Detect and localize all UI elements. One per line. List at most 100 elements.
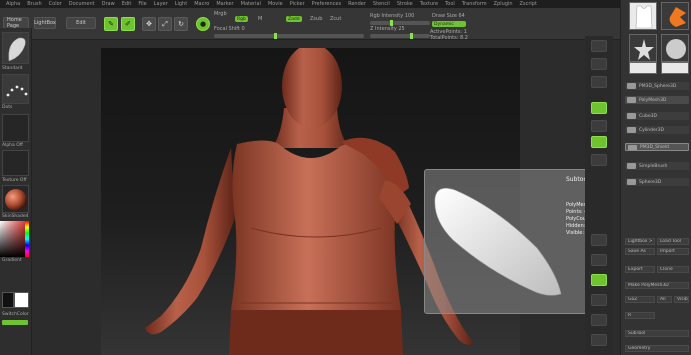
z-intensity-knob[interactable] xyxy=(410,33,413,39)
bpr-button[interactable] xyxy=(591,40,607,52)
subtool-name: Cube3D xyxy=(639,113,657,119)
subtool-row-3[interactable]: Cube3D xyxy=(625,112,689,120)
menu-tool[interactable]: Tool xyxy=(445,1,455,7)
menu-stroke[interactable]: Stroke xyxy=(397,1,413,7)
m-toggle[interactable]: M xyxy=(258,16,262,22)
menu-material[interactable]: Material xyxy=(241,1,261,7)
subtool-row-7[interactable]: Sphere3D xyxy=(625,178,689,186)
geometry-section[interactable]: Geometry xyxy=(625,345,689,352)
subtool-row-2[interactable]: PolyMesh3D xyxy=(625,96,689,104)
menu-color[interactable]: Color xyxy=(49,1,62,7)
dynamic-toggle[interactable]: Dynamic xyxy=(432,21,466,27)
spix-button[interactable] xyxy=(591,58,607,70)
rotate-icon: ↻ xyxy=(178,20,184,28)
tool-thumbnail-5[interactable] xyxy=(629,62,657,74)
sphere-icon: ● xyxy=(199,20,207,28)
brush-selector[interactable] xyxy=(2,32,29,64)
tool-thumbnail-3[interactable] xyxy=(629,34,657,62)
menu-picker[interactable]: Picker xyxy=(290,1,305,7)
zadd-toggle[interactable]: Zadd xyxy=(286,16,302,22)
menu-zscript[interactable]: Zscript xyxy=(520,1,537,7)
r-button[interactable]: R xyxy=(625,312,655,319)
menu-render[interactable]: Render xyxy=(348,1,366,7)
menu-edit[interactable]: Edit xyxy=(122,1,132,7)
edit-icon: ✎ xyxy=(108,20,114,28)
draw-mode-button[interactable]: ✐ xyxy=(121,17,135,31)
main-color-swatch[interactable] xyxy=(2,292,14,308)
menu-marker[interactable]: Marker xyxy=(216,1,233,7)
scale-button[interactable]: ⤢ xyxy=(158,17,172,31)
clone-button[interactable]: Clone xyxy=(657,266,689,273)
stroke-selector[interactable] xyxy=(2,74,29,104)
switch-color-label: SwitchColor xyxy=(2,312,29,317)
color-picker[interactable] xyxy=(0,221,29,257)
alpha-selector[interactable] xyxy=(2,114,29,142)
sphere-tool-button[interactable]: ● xyxy=(196,17,210,31)
save-as-button[interactable]: Save As xyxy=(625,248,655,255)
material-selector[interactable] xyxy=(2,185,29,213)
menu-alpha[interactable]: Alpha xyxy=(6,1,20,7)
export-button[interactable]: Export xyxy=(625,266,655,273)
subtool-row-5[interactable]: PM3D_Shield xyxy=(625,143,689,151)
menu-layer[interactable]: Layer xyxy=(154,1,168,7)
menu-stencil[interactable]: Stencil xyxy=(373,1,390,7)
move-view-button[interactable] xyxy=(591,254,607,266)
zcut-toggle[interactable]: Zcut xyxy=(330,16,341,22)
tool-thumbnail-6[interactable] xyxy=(661,62,689,74)
zoom-view-button[interactable] xyxy=(591,274,607,286)
floor-button[interactable] xyxy=(591,120,607,132)
lsym-button[interactable] xyxy=(591,154,607,166)
transp-button[interactable] xyxy=(591,334,607,346)
menu-document[interactable]: Document xyxy=(69,1,95,7)
menu-transform[interactable]: Transform xyxy=(462,1,487,7)
menu-zplugin[interactable]: Zplugin xyxy=(494,1,513,7)
secondary-color-swatch[interactable] xyxy=(14,292,29,308)
persp-button[interactable] xyxy=(591,102,607,114)
menu-brush[interactable]: Brush xyxy=(27,1,41,7)
scroll-button[interactable] xyxy=(591,76,607,88)
goz-button[interactable]: GoZ xyxy=(625,296,655,303)
menu-macro[interactable]: Macro xyxy=(194,1,209,7)
lightbox-button[interactable]: LightBox xyxy=(34,17,56,29)
subtool-row-4[interactable]: Cylinder3D xyxy=(625,126,689,134)
subtool-thumb-icon xyxy=(627,127,636,133)
menu-file[interactable]: File xyxy=(138,1,146,7)
menu-preferences[interactable]: Preferences xyxy=(312,1,341,7)
visible-button[interactable]: Visible xyxy=(674,296,689,303)
polyf-button[interactable] xyxy=(591,314,607,326)
menu-movie[interactable]: Movie xyxy=(268,1,283,7)
tool-thumbnail-active[interactable] xyxy=(629,2,657,30)
frame-button[interactable] xyxy=(591,234,607,246)
make-polymesh-button[interactable]: Make PolyMesh3D xyxy=(625,282,689,289)
rotate-view-button[interactable] xyxy=(591,294,607,306)
rgb-intensity-slider[interactable] xyxy=(370,20,430,26)
rgb-toggle[interactable]: Rgb xyxy=(235,16,248,22)
focal-shift-slider[interactable] xyxy=(214,33,364,39)
lightbox-tools-button[interactable]: Lightbox > Tools xyxy=(625,238,655,245)
tool-thumbnail-2[interactable] xyxy=(661,2,689,30)
subtool-row-6[interactable]: SimpleBrush xyxy=(625,162,689,170)
gradient-label: Gradient xyxy=(2,258,22,263)
move-button[interactable]: ✥ xyxy=(142,17,156,31)
texture-selector[interactable] xyxy=(2,150,29,176)
local-button[interactable] xyxy=(591,136,607,148)
all-button[interactable]: All xyxy=(657,296,672,303)
import-button[interactable]: Import xyxy=(657,248,689,255)
mrgb-label[interactable]: Mrgb xyxy=(214,11,227,17)
switch-color-button[interactable] xyxy=(2,320,28,325)
hue-strip[interactable] xyxy=(25,221,29,257)
rgb-intensity-label: Rgb Intensity 100 xyxy=(370,13,415,19)
z-intensity-slider[interactable] xyxy=(370,33,430,39)
subtool-row-1[interactable]: PM3D_Sphere3D xyxy=(625,82,689,90)
focal-shift-knob[interactable] xyxy=(274,33,277,39)
edit-mode-button[interactable]: ✎ xyxy=(104,17,118,31)
tool-thumbnail-4[interactable] xyxy=(661,34,689,62)
menu-draw[interactable]: Draw xyxy=(102,1,115,7)
menu-texture[interactable]: Texture xyxy=(420,1,438,7)
rotate-button[interactable]: ↻ xyxy=(174,17,188,31)
live-boolean-button[interactable]: Edit xyxy=(66,17,96,29)
zsub-toggle[interactable]: Zsub xyxy=(310,16,322,22)
menu-light[interactable]: Light xyxy=(175,1,187,7)
subtool-section[interactable]: SubTool xyxy=(625,330,689,337)
load-tool-button[interactable]: Load Tool xyxy=(657,238,689,245)
